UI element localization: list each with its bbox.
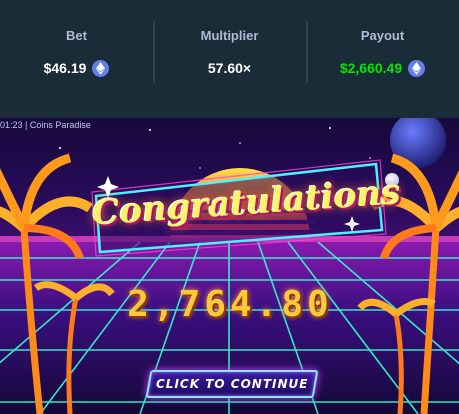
bet-label: Bet [66,28,87,43]
multiplier-stat: Multiplier 57.60× [153,0,306,118]
payout-stat: Payout $2,660.49 [306,0,459,118]
payout-value-row: $2,660.49 [339,58,426,78]
bet-stat: Bet $46.19 [0,0,153,118]
game-canvas[interactable]: 01:23 | Coins Paradise Congratulations 2… [0,118,459,414]
bet-value-row: $46.19 [44,58,110,78]
game-caption: 01:23 | Coins Paradise [0,120,91,130]
continue-label: CLICK TO CONTINUE [155,377,309,391]
ethereum-icon [92,59,110,77]
click-to-continue-button[interactable]: CLICK TO CONTINUE [145,370,319,398]
payout-label: Payout [360,28,405,43]
multiplier-value: 57.60× [207,60,252,76]
payout-value: $2,660.49 [339,60,403,76]
multiplier-value-row: 57.60× [208,58,251,78]
ethereum-icon [408,59,426,77]
bet-value: $46.19 [43,60,87,76]
round-stats-bar: Bet $46.19 Multiplier 57.60× Payout $2,6… [0,0,459,118]
win-amount: 2,764.80 [127,284,333,325]
multiplier-label: Multiplier [200,28,259,43]
